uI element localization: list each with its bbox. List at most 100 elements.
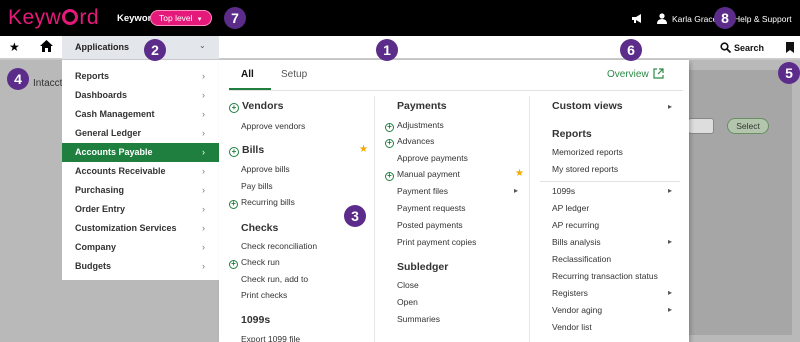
plus-circle-icon[interactable]: +: [229, 260, 238, 269]
company-label: Intacct: [33, 78, 63, 89]
chevron-right-icon: ›: [202, 166, 205, 176]
callout-4: 4: [7, 68, 29, 90]
chevron-right-icon: ›: [202, 90, 205, 100]
overview-link[interactable]: Overview: [607, 69, 649, 80]
open-link[interactable]: Open: [397, 297, 418, 307]
sidebar-item-label: Company: [75, 242, 117, 252]
chevron-right-icon: ›: [202, 128, 205, 138]
summaries-link[interactable]: Summaries: [397, 314, 440, 324]
recurring-transaction-status-link[interactable]: Recurring transaction status: [552, 271, 658, 281]
select-button[interactable]: Select: [727, 118, 769, 134]
print-checks-link[interactable]: Print checks: [241, 290, 287, 300]
chevron-right-icon: ›: [202, 109, 205, 119]
pay-bills-link[interactable]: Pay bills: [241, 181, 273, 191]
custom-views-header[interactable]: Custom views: [552, 100, 623, 112]
plus-circle-icon[interactable]: +: [229, 147, 239, 157]
home-icon[interactable]: [40, 40, 53, 52]
checks-header: Checks: [241, 222, 279, 234]
sidebar-item-label: Order Entry: [75, 204, 126, 214]
chevron-right-icon: ▸: [514, 186, 519, 195]
my-stored-reports-link[interactable]: My stored reports: [552, 164, 618, 174]
chevron-right-icon: ▸: [668, 186, 673, 195]
plus-circle-icon[interactable]: +: [229, 200, 238, 209]
close-link[interactable]: Close: [397, 280, 419, 290]
ap-recurring-link[interactable]: AP recurring: [552, 220, 599, 230]
megaphone-icon[interactable]: [631, 13, 643, 24]
memorized-reports-link[interactable]: Memorized reports: [552, 147, 623, 157]
1099s-header: 1099s: [241, 314, 271, 326]
advances-link[interactable]: + Advances: [385, 136, 434, 148]
vendors-header[interactable]: + Vendors: [229, 100, 283, 113]
reclassification-link[interactable]: Reclassification: [552, 254, 611, 264]
plus-circle-icon[interactable]: +: [385, 139, 394, 148]
chevron-right-icon: ›: [202, 185, 205, 195]
bookmark-icon[interactable]: [786, 42, 794, 53]
favorite-star-icon[interactable]: ★: [515, 168, 524, 179]
posted-payments-link[interactable]: Posted payments: [397, 220, 463, 230]
sidebar-item-label: Purchasing: [75, 185, 125, 195]
external-link-icon[interactable]: [653, 68, 664, 79]
registers-link[interactable]: Registers: [552, 288, 588, 298]
chevron-right-icon: ›: [202, 147, 205, 157]
tab-all[interactable]: All: [241, 69, 254, 80]
sidebar-item-accounts-receivable[interactable]: Accounts Receivable ›: [62, 162, 219, 181]
export-1099-link[interactable]: Export 1099 file: [241, 334, 300, 342]
sidebar-item-general-ledger[interactable]: General Ledger ›: [62, 124, 219, 143]
vendor-aging-link[interactable]: Vendor aging: [552, 305, 602, 315]
payment-requests-link[interactable]: Payment requests: [397, 203, 466, 213]
help-support-link[interactable]: Help & Support: [734, 14, 792, 24]
vendor-list-link[interactable]: Vendor list: [552, 322, 592, 332]
ap-ledger-link[interactable]: AP ledger: [552, 203, 589, 213]
recurring-bills-link[interactable]: + Recurring bills: [229, 197, 295, 209]
favorite-star-icon[interactable]: ★: [359, 144, 368, 155]
flyout-column-3: Custom views ▸ Reports Memorized reports…: [529, 96, 684, 342]
approve-bills-link[interactable]: Approve bills: [241, 164, 290, 174]
user-name[interactable]: Karla Grace: [672, 14, 717, 24]
bills-analysis-link[interactable]: Bills analysis: [552, 237, 601, 247]
chevron-down-icon: ▼: [196, 17, 203, 23]
search-icon[interactable]: [720, 42, 731, 53]
sidebar-item-purchasing[interactable]: Purchasing ›: [62, 181, 219, 200]
sidebar-item-company[interactable]: Company ›: [62, 238, 219, 257]
approve-payments-link[interactable]: Approve payments: [397, 153, 468, 163]
sidebar-item-label: Customization Services: [75, 223, 177, 233]
star-icon[interactable]: ★: [9, 40, 20, 54]
adjustments-link[interactable]: + Adjustments: [385, 120, 444, 132]
sidebar-item-budgets[interactable]: Budgets ›: [62, 257, 219, 276]
divider: [540, 181, 680, 182]
check-run-add-to-link[interactable]: Check run, add to: [241, 274, 308, 284]
accounts-payable-flyout: All Setup Overview + Vendors Approve vend…: [219, 60, 689, 342]
applications-menu[interactable]: Applications ⌄: [62, 36, 219, 59]
approve-vendors-link[interactable]: Approve vendors: [241, 121, 305, 131]
plus-circle-icon[interactable]: +: [385, 123, 394, 132]
chevron-right-icon: ›: [202, 223, 205, 233]
chevron-right-icon: ▸: [668, 237, 673, 246]
payment-files-link[interactable]: Payment files: [397, 186, 448, 196]
plus-circle-icon[interactable]: +: [385, 172, 394, 181]
1099s-report-link[interactable]: 1099s: [552, 186, 575, 196]
bills-header[interactable]: + Bills: [229, 144, 264, 157]
chevron-right-icon: ▸: [668, 288, 673, 297]
sidebar-item-order-entry[interactable]: Order Entry ›: [62, 200, 219, 219]
sidebar-item-customization-services[interactable]: Customization Services ›: [62, 219, 219, 238]
print-payment-copies-link[interactable]: Print payment copies: [397, 237, 476, 247]
chevron-down-icon: ⌄: [199, 41, 206, 50]
manual-payment-link[interactable]: + Manual payment: [385, 169, 460, 181]
keyword-logo[interactable]: Keyw rd: [8, 5, 99, 31]
level-selector[interactable]: Top level ▼: [150, 10, 212, 26]
sidebar-item-reports[interactable]: Reports ›: [62, 67, 219, 86]
chevron-right-icon: ▸: [668, 102, 673, 111]
background-select: [688, 118, 714, 134]
search-button[interactable]: Search: [734, 43, 764, 53]
check-run-link[interactable]: + Check run: [229, 257, 280, 269]
sidebar-item-accounts-payable[interactable]: Accounts Payable ›: [62, 143, 219, 162]
check-reconciliation-link[interactable]: Check reconciliation: [241, 241, 317, 251]
sidebar-item-cash-management[interactable]: Cash Management ›: [62, 105, 219, 124]
tab-setup[interactable]: Setup: [281, 69, 307, 80]
sidebar-item-label: Dashboards: [75, 90, 128, 100]
plus-circle-icon[interactable]: +: [229, 103, 239, 113]
callout-5: 5: [778, 62, 800, 84]
reports-header: Reports: [552, 128, 592, 140]
callout-8: 8: [714, 7, 736, 29]
sidebar-item-dashboards[interactable]: Dashboards ›: [62, 86, 219, 105]
